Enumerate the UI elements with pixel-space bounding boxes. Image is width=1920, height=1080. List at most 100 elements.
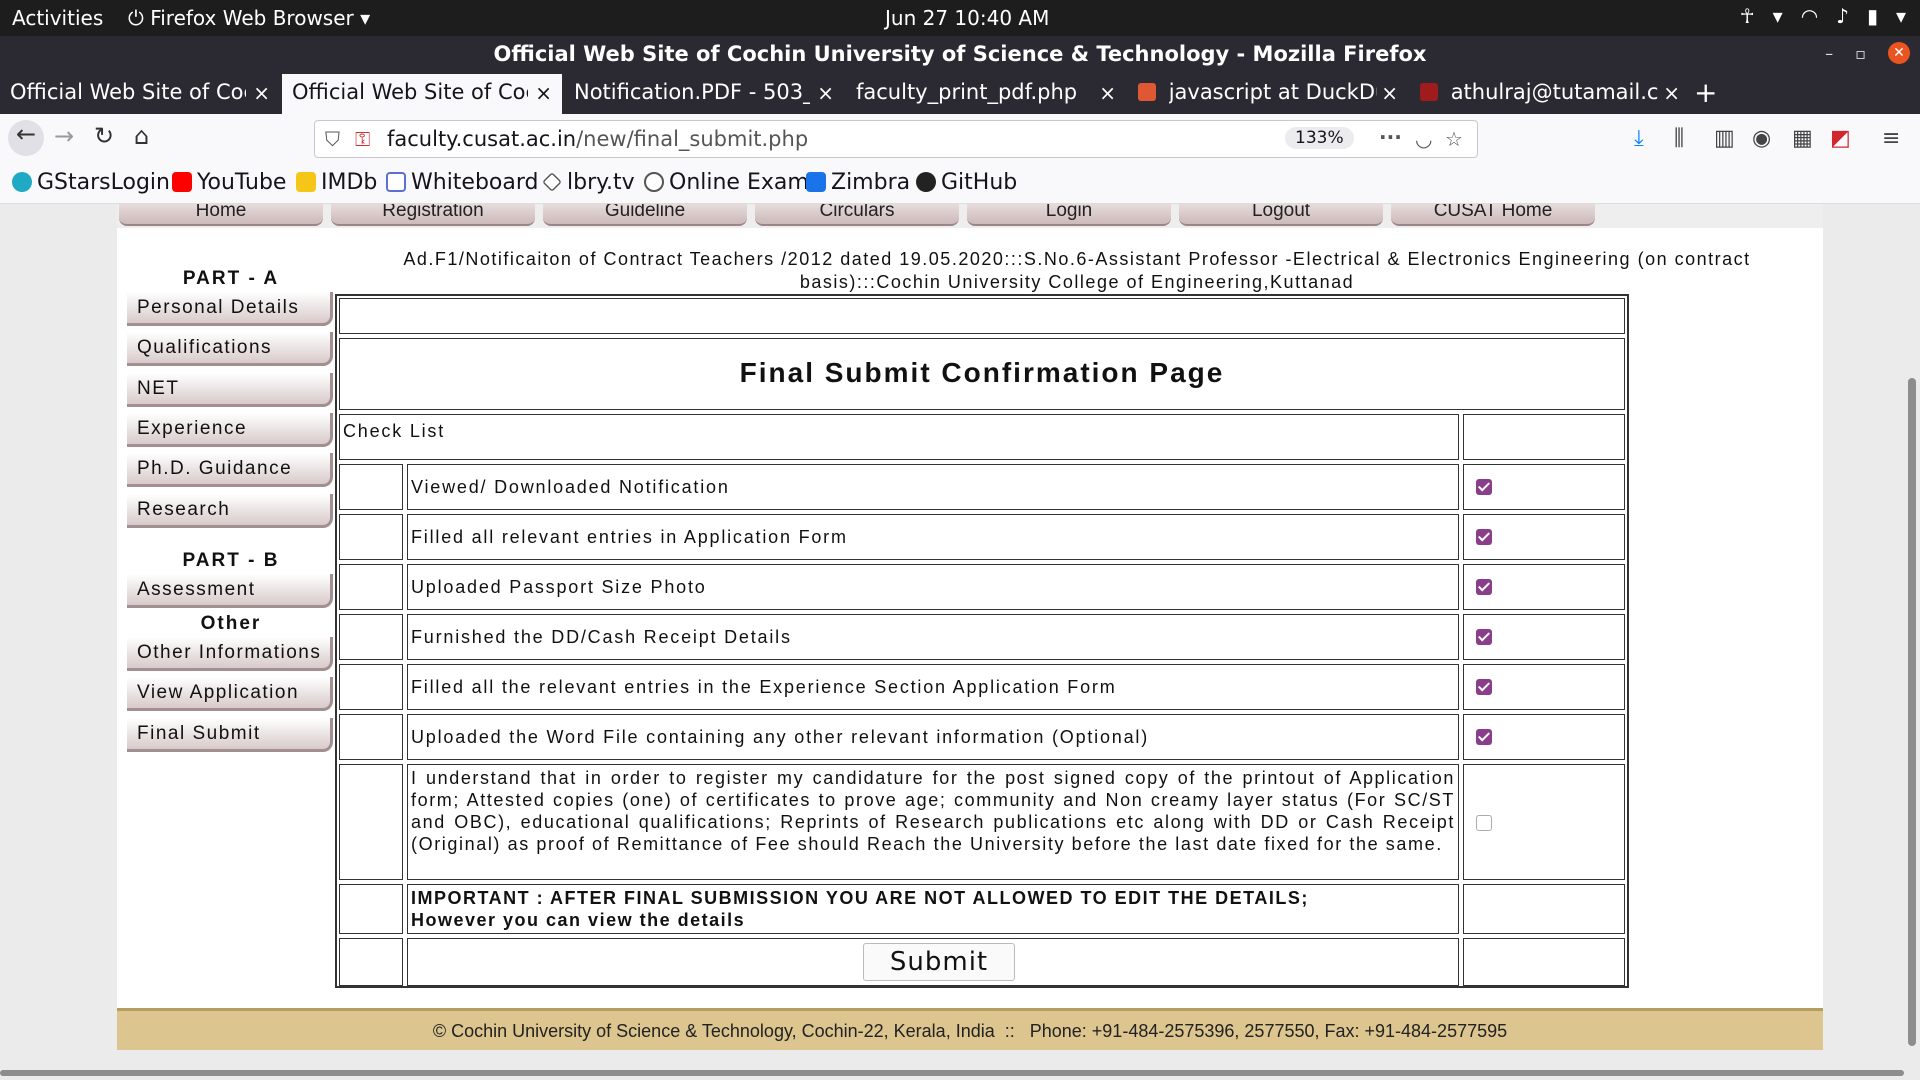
- zimbra-icon: [806, 172, 826, 192]
- checkbox-cell: [1463, 564, 1625, 610]
- close-tab-icon[interactable]: ×: [1381, 81, 1398, 105]
- hamburger-menu-icon[interactable]: ≡: [1882, 126, 1900, 151]
- tab-strip: Official Web Site of Cochin × Official W…: [0, 74, 1920, 114]
- close-window-icon[interactable]: ✕: [1888, 42, 1910, 64]
- checkbox-uploaded-photo[interactable]: [1476, 579, 1492, 595]
- menu-guideline[interactable]: Guideline: [543, 204, 747, 226]
- url-text[interactable]: faculty.cusat.ac.in/new/final_submit.php: [387, 127, 808, 151]
- bookmark-label: Whiteboard: [411, 170, 539, 195]
- home-icon[interactable]: ⌂: [134, 122, 149, 150]
- tab-label: Official Web Site of Cochin: [292, 80, 528, 104]
- horizontal-scrollbar[interactable]: [0, 1070, 1904, 1076]
- checkbox-dd-receipt[interactable]: [1476, 629, 1492, 645]
- important-line-1: IMPORTANT : AFTER FINAL SUBMISSION YOU A…: [411, 888, 1309, 908]
- sidebar-item-phd-guidance[interactable]: Ph.D. Guidance: [127, 453, 333, 487]
- part-b-heading: PART - B: [182, 550, 280, 571]
- forward-arrow-icon[interactable]: →: [54, 122, 74, 150]
- app-menu[interactable]: ⏻ Firefox Web Browser ▾: [128, 6, 370, 30]
- bookmark-whiteboard[interactable]: Whiteboard: [386, 170, 539, 195]
- bookmark-gstarslogin[interactable]: GStarsLogin: [12, 170, 170, 195]
- system-top-bar: Activities ⏻ Firefox Web Browser ▾ Jun 2…: [0, 0, 1920, 36]
- bookmark-zimbra[interactable]: Zimbra: [806, 170, 910, 195]
- close-tab-icon[interactable]: ×: [253, 81, 270, 105]
- bookmark-imdb[interactable]: IMDb: [296, 170, 377, 195]
- minimize-icon[interactable]: –: [1825, 44, 1833, 63]
- checklist-item-text: Uploaded Passport Size Photo: [407, 564, 1459, 610]
- menu-logout[interactable]: Logout: [1179, 204, 1383, 226]
- checkbox-word-file[interactable]: [1476, 729, 1492, 745]
- checkbox-declaration[interactable]: [1476, 815, 1492, 831]
- insecure-lock-icon[interactable]: ⚿: [355, 127, 370, 151]
- sidebar-item-net[interactable]: NET: [127, 373, 333, 407]
- sidebar-item-qualifications[interactable]: Qualifications: [127, 332, 333, 366]
- pdf-extension-icon[interactable]: ◩: [1830, 126, 1851, 151]
- new-tab-icon[interactable]: +: [1694, 76, 1717, 109]
- menu-home[interactable]: Home: [119, 204, 323, 226]
- extension-icon[interactable]: ▦: [1792, 126, 1813, 151]
- bookmark-star-icon[interactable]: ☆: [1445, 127, 1463, 151]
- sidebar-item-other-informations[interactable]: Other Informations: [127, 637, 333, 671]
- checklist-label: Check List: [339, 414, 1459, 460]
- menu-registration[interactable]: Registration: [331, 204, 535, 226]
- imdb-icon: [296, 172, 316, 192]
- bookmark-label: GitHub: [941, 170, 1018, 195]
- sidebar-item-experience[interactable]: Experience: [127, 413, 333, 447]
- submit-cell: Submit: [407, 938, 1459, 986]
- volume-icon: ♪: [1836, 4, 1849, 28]
- tab-6[interactable]: athulraj@tutamail.com ×: [1410, 74, 1690, 114]
- menu-circulars[interactable]: Circulars: [755, 204, 959, 226]
- page-actions-icon[interactable]: ···: [1379, 125, 1402, 149]
- sidebar-item-final-submit[interactable]: Final Submit: [127, 718, 333, 752]
- shield-icon[interactable]: ⛉: [325, 127, 340, 151]
- maximize-icon[interactable]: ▫: [1855, 44, 1866, 63]
- bookmark-label: Zimbra: [831, 170, 911, 195]
- github-icon: [916, 172, 936, 192]
- checkbox-viewed-notification[interactable]: [1476, 479, 1492, 495]
- bookmark-online-exam[interactable]: Online Exam: [644, 170, 809, 195]
- tab-3[interactable]: Notification.PDF - 503_n ×: [564, 74, 844, 114]
- zoom-badge[interactable]: 133%: [1285, 127, 1354, 149]
- checkbox-experience-section[interactable]: [1476, 679, 1492, 695]
- page-viewport[interactable]: Home Registration Guideline Circulars Lo…: [0, 204, 1920, 1080]
- accessibility-icon[interactable]: ☥: [1740, 4, 1755, 28]
- sidebar-item-research[interactable]: Research: [127, 494, 333, 528]
- submit-button[interactable]: Submit: [863, 943, 1015, 981]
- checkbox-filled-entries[interactable]: [1476, 529, 1492, 545]
- tab-1[interactable]: Official Web Site of Cochin ×: [0, 74, 280, 114]
- close-tab-icon[interactable]: ×: [1099, 81, 1116, 105]
- library-icon[interactable]: ⫼: [1674, 126, 1684, 151]
- system-tray[interactable]: ☥ ▾ ◠ ♪ ▮ ▾: [1740, 4, 1906, 28]
- tab-2-active[interactable]: Official Web Site of Cochin ×: [282, 74, 562, 114]
- bookmark-youtube[interactable]: YouTube: [172, 170, 286, 195]
- downloads-icon[interactable]: ⤓: [1634, 126, 1644, 151]
- menu-cusat-home[interactable]: CUSAT Home: [1391, 204, 1595, 226]
- sidebar-item-assessment[interactable]: Assessment: [127, 574, 333, 608]
- bookmark-lbry[interactable]: lbry.tv: [542, 170, 635, 195]
- checklist-item-text: Uploaded the Word File containing any ot…: [407, 714, 1459, 760]
- window-title-bar: Official Web Site of Cochin University o…: [0, 36, 1920, 74]
- close-tab-icon[interactable]: ×: [1663, 81, 1680, 105]
- reload-icon[interactable]: ↻: [94, 122, 114, 150]
- activities-button[interactable]: Activities: [12, 6, 103, 30]
- back-arrow-icon[interactable]: ←: [8, 120, 44, 156]
- tab-4[interactable]: faculty_print_pdf.php ×: [846, 74, 1126, 114]
- sidebar-icon[interactable]: ▥: [1714, 126, 1735, 151]
- bookmark-github[interactable]: GitHub: [916, 170, 1017, 195]
- url-bar[interactable]: ⛉ ⚿ faculty.cusat.ac.in/new/final_submit…: [314, 120, 1478, 158]
- sidebar-item-personal-details[interactable]: Personal Details: [127, 292, 333, 326]
- important-blank-cell: [1463, 884, 1625, 934]
- tab-5[interactable]: javascript at DuckDuckGo ×: [1128, 74, 1408, 114]
- vertical-scrollbar[interactable]: [1908, 378, 1916, 1046]
- sidebar-item-view-application[interactable]: View Application: [127, 677, 333, 711]
- close-tab-icon[interactable]: ×: [817, 81, 834, 105]
- whiteboard-icon: [386, 172, 406, 192]
- account-icon[interactable]: ◉: [1752, 126, 1771, 151]
- tab-label: athulraj@tutamail.com: [1450, 80, 1659, 104]
- pocket-icon[interactable]: ◡: [1415, 127, 1432, 151]
- page-title-cell: Final Submit Confirmation Page: [339, 338, 1625, 410]
- bookmark-label: YouTube: [197, 170, 287, 195]
- clock[interactable]: Jun 27 10:40 AM: [885, 6, 1049, 30]
- menu-login[interactable]: Login: [967, 204, 1171, 226]
- close-tab-icon[interactable]: ×: [535, 81, 552, 105]
- bookmarks-toolbar: GStarsLogin YouTube IMDb Whiteboard lbry…: [0, 164, 1920, 204]
